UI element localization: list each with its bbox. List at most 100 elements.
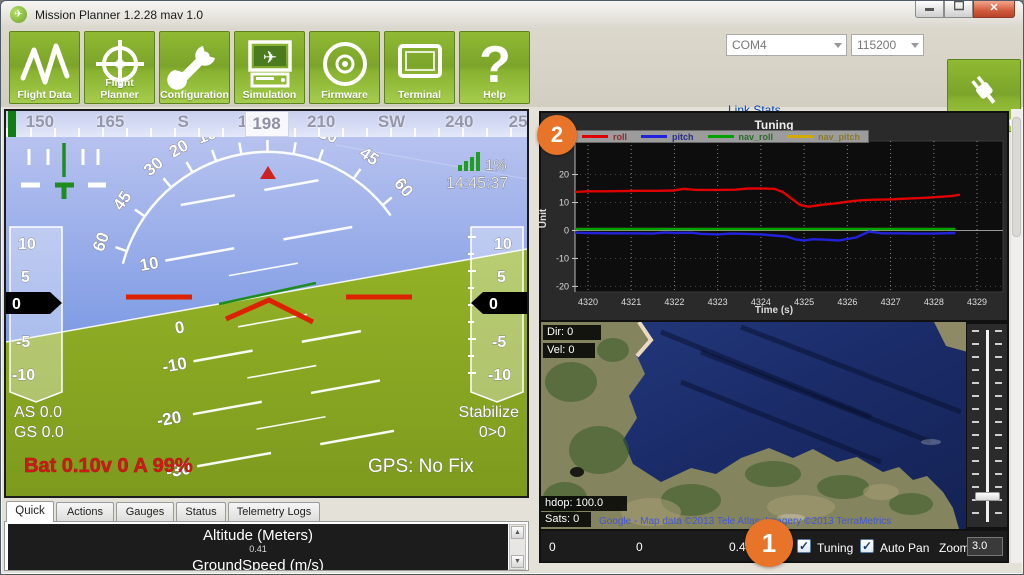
- map-attribution: Google - Map data ©2013 Tele Atlas, Imag…: [599, 516, 891, 527]
- minimize-button[interactable]: [915, 1, 944, 18]
- chart-y-axis-label: Unit: [538, 209, 549, 228]
- quick-values-list[interactable]: Altitude (Meters) 0.41 GroundSpeed (m/s): [8, 524, 508, 570]
- compass-label: 150: [26, 112, 54, 132]
- com-port-select[interactable]: COM4: [726, 34, 847, 56]
- quick-item-value: 0.41: [8, 544, 508, 554]
- legend-label: nav_pitch: [818, 132, 860, 142]
- help-button[interactable]: ? Help: [459, 31, 530, 104]
- map-view[interactable]: Dir: 0 Vel: 0 hdop: 100.0 Sats: 0 Google…: [539, 322, 966, 529]
- legend-label: nav_roll: [739, 132, 774, 142]
- left-tape: 10 5 -5 -10 0: [6, 227, 62, 402]
- airspeed-readout: AS 0.0: [14, 404, 62, 421]
- compass-ribbon: 150165S195210SW240255 198: [6, 111, 527, 137]
- status-tabstrip: Quick Actions Gauges Status Telemetry Lo…: [4, 501, 529, 522]
- gps-status: GPS: No Fix: [368, 456, 474, 477]
- pitch-label: 10: [138, 253, 160, 275]
- legend-entry: nav_roll: [708, 132, 774, 142]
- svg-text:0: 0: [564, 225, 569, 235]
- quick-panel: Altitude (Meters) 0.41 GroundSpeed (m/s)…: [4, 521, 529, 571]
- quick-item-title: GroundSpeed (m/s): [8, 554, 508, 570]
- chart-legend: roll pitch nav_roll nav_pitch: [573, 130, 869, 143]
- waypoint-readout: 0>0: [479, 424, 506, 441]
- compass-green-marker: [8, 111, 16, 137]
- map-zoom-slider[interactable]: [966, 322, 1009, 529]
- compass-label: 210: [307, 112, 335, 132]
- baud-rate-select[interactable]: 115200: [851, 34, 924, 56]
- tuning-chart-panel[interactable]: Tuning rollpitchnav_rollnav_pitch 432043…: [539, 111, 1009, 322]
- right-scrollbar[interactable]: [1011, 109, 1022, 563]
- telemetry-value: 0: [636, 540, 643, 554]
- legend-label: pitch: [672, 132, 694, 142]
- map-vel-readout: Vel: 0: [543, 343, 595, 358]
- main-toolbar: Flight Data Flight Planner Configuration…: [1, 29, 1023, 107]
- firmware-button[interactable]: Firmware: [309, 31, 380, 104]
- quick-item-title: Altitude (Meters): [8, 524, 508, 544]
- auto-pan-checkbox-label: Auto Pan: [880, 541, 929, 555]
- legend-entry: nav_pitch: [787, 132, 860, 142]
- tab-gauges[interactable]: Gauges: [116, 502, 174, 522]
- tab-telemetry-logs[interactable]: Telemetry Logs: [228, 502, 320, 522]
- tuning-plot: 4320432143224323432443254326432743284329…: [541, 113, 1007, 320]
- scroll-up-icon[interactable]: ▲: [511, 526, 524, 539]
- annotation-badge-2: 2: [537, 115, 577, 155]
- app-window: ✈ Mission Planner 1.2.28 mav 1.0 ✕ Fligh…: [0, 0, 1024, 575]
- chart-x-axis-label: Time (s): [541, 305, 1007, 316]
- right-tape-value: 0: [489, 296, 498, 313]
- compass-label: SW: [378, 112, 405, 132]
- title-bar[interactable]: ✈ Mission Planner 1.2.28 mav 1.0 ✕: [1, 1, 1023, 29]
- zoom-value-input[interactable]: 3.0: [967, 537, 1003, 556]
- scrollbar-thumb[interactable]: [1012, 117, 1021, 237]
- window-title: Mission Planner 1.2.28 mav 1.0: [35, 8, 203, 22]
- map-dir-readout: Dir: 0: [543, 325, 601, 340]
- svg-text:10: 10: [494, 236, 512, 253]
- slider-handle[interactable]: [975, 492, 1000, 501]
- legend-swatch: [641, 135, 667, 138]
- svg-text:?: ?: [479, 38, 511, 90]
- terminal-button[interactable]: Terminal: [384, 31, 455, 104]
- auto-pan-checkbox[interactable]: ✓: [860, 539, 874, 553]
- quick-scrollbar[interactable]: ▲ ▼: [509, 524, 526, 570]
- map-sats-readout: Sats: 0: [541, 512, 591, 527]
- tuning-checkbox-label: Tuning: [817, 541, 853, 555]
- chevron-down-icon: [911, 43, 919, 48]
- telemetry-value: 0: [549, 540, 556, 554]
- flight-data-button[interactable]: Flight Data: [9, 31, 80, 104]
- app-logo-icon: ✈: [10, 6, 27, 23]
- svg-text:-10: -10: [488, 367, 511, 384]
- hud-panel[interactable]: 150165S195210SW240255 198: [4, 109, 529, 498]
- svg-text:10: 10: [559, 198, 569, 208]
- battery-readout: Bat 0.10v 0 A 99%: [24, 455, 193, 477]
- groundspeed-readout: GS 0.0: [14, 424, 64, 441]
- zoom-label: Zoom: [939, 541, 970, 555]
- current-heading-readout: 198: [245, 111, 289, 137]
- svg-text:-20: -20: [556, 281, 569, 291]
- close-button[interactable]: ✕: [973, 1, 1015, 18]
- tuning-checkbox[interactable]: ✓: [797, 539, 811, 553]
- simulation-button[interactable]: ✈ Simulation: [234, 31, 305, 104]
- tab-actions[interactable]: Actions: [56, 502, 114, 522]
- tab-quick[interactable]: Quick: [6, 501, 54, 522]
- svg-text:✈: ✈: [262, 48, 276, 67]
- svg-text:5: 5: [497, 269, 506, 286]
- artificial-horizon: 10 0 -10 -20 -30: [6, 137, 527, 496]
- map-hdop-readout: hdop: 100.0: [541, 496, 627, 511]
- tab-status[interactable]: Status: [176, 502, 226, 522]
- flight-planner-button[interactable]: Flight Planner: [84, 31, 155, 104]
- hud-clock: 14:45:37: [446, 175, 508, 192]
- configuration-button[interactable]: Configuration: [159, 31, 230, 104]
- compass-label: 165: [96, 112, 124, 132]
- scroll-down-icon[interactable]: ▼: [511, 555, 524, 568]
- legend-swatch: [708, 135, 734, 138]
- maximize-button[interactable]: [944, 1, 973, 18]
- legend-label: roll: [613, 132, 627, 142]
- compass-label: S: [177, 112, 188, 132]
- legend-entry: roll: [582, 132, 627, 142]
- svg-text:5: 5: [21, 269, 30, 286]
- svg-text:-10: -10: [12, 367, 35, 384]
- signal-percent: 1%: [485, 157, 507, 174]
- chevron-down-icon: [834, 43, 842, 48]
- svg-text:-5: -5: [16, 334, 30, 351]
- svg-text:-5: -5: [492, 334, 506, 351]
- compass-label: 240: [445, 112, 473, 132]
- legend-entry: pitch: [641, 132, 694, 142]
